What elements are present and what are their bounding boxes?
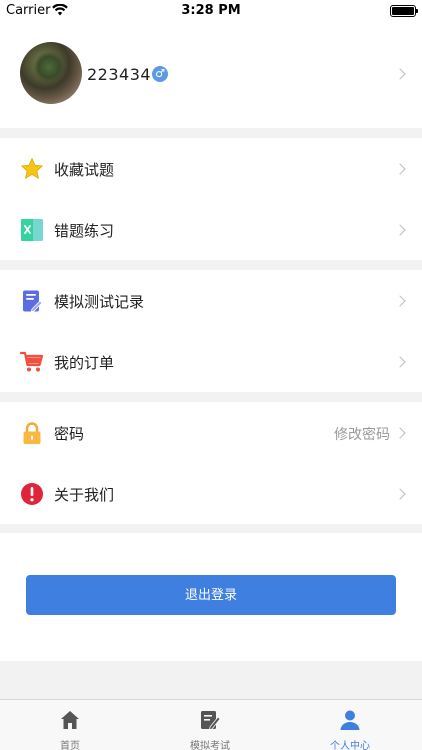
menu-item-label: 错题练习 — [54, 222, 115, 240]
menu-item-wrong-practice[interactable]: 错题练习 — [0, 199, 422, 260]
logout-button[interactable]: 退出登录 — [26, 575, 396, 615]
battery-icon — [390, 5, 418, 17]
test-record-icon — [23, 290, 43, 313]
menu-item-my-orders[interactable]: 我的订单 — [0, 331, 422, 392]
tab-label: 首页 — [60, 741, 80, 750]
star-icon — [21, 158, 43, 179]
change-password-link[interactable]: 修改密码 — [334, 424, 390, 444]
tab-label: 模拟考试 — [190, 741, 230, 750]
menu-item-favorite-questions[interactable]: 收藏试题 — [0, 138, 422, 199]
exam-icon — [201, 711, 221, 731]
lock-icon — [23, 422, 41, 444]
status-time: 3:28 PM — [181, 3, 241, 18]
chevron-right-icon — [394, 163, 406, 175]
profile-icon — [340, 710, 360, 730]
tab-mock-exam[interactable]: 模拟考试 — [140, 700, 280, 750]
menu-item-label: 密码 — [54, 425, 85, 443]
avatar[interactable] — [20, 42, 82, 104]
menu-group-account: 密码 修改密码 关于我们 — [0, 402, 422, 524]
chevron-right-icon — [394, 295, 406, 307]
menu-group-favorites: 收藏试题 错题练习 — [0, 138, 422, 260]
username: 223434 — [87, 65, 152, 84]
male-gender-icon: ♂ — [152, 66, 168, 82]
chevron-right-icon — [394, 224, 406, 236]
chevron-right-icon — [394, 488, 406, 500]
chevron-right-icon — [394, 427, 406, 439]
wrong-answer-icon — [21, 219, 43, 241]
tab-label: 个人中心 — [330, 741, 370, 750]
tab-profile[interactable]: 个人中心 — [280, 700, 420, 750]
chevron-right-icon — [394, 68, 406, 80]
menu-item-mock-test-records[interactable]: 模拟测试记录 — [0, 270, 422, 331]
status-bar: Carrier 3:28 PM — [0, 0, 422, 22]
menu-item-label: 模拟测试记录 — [54, 293, 145, 311]
menu-group-records: 模拟测试记录 我的订单 — [0, 270, 422, 392]
tab-bar: 首页 模拟考试 个人中心 — [0, 699, 422, 750]
menu-item-about-us[interactable]: 关于我们 — [0, 463, 422, 524]
chevron-right-icon — [394, 356, 406, 368]
menu-item-label: 我的订单 — [54, 354, 115, 372]
profile-header[interactable]: 223434 ♂ — [0, 22, 422, 128]
menu-item-password[interactable]: 密码 修改密码 — [0, 402, 422, 463]
alert-icon — [21, 483, 43, 505]
tab-home[interactable]: 首页 — [0, 700, 140, 750]
logout-section: 退出登录 — [0, 533, 422, 661]
cart-icon — [20, 351, 44, 372]
menu-item-label: 关于我们 — [54, 486, 115, 504]
menu-item-label: 收藏试题 — [54, 161, 115, 179]
home-icon — [61, 711, 79, 729]
